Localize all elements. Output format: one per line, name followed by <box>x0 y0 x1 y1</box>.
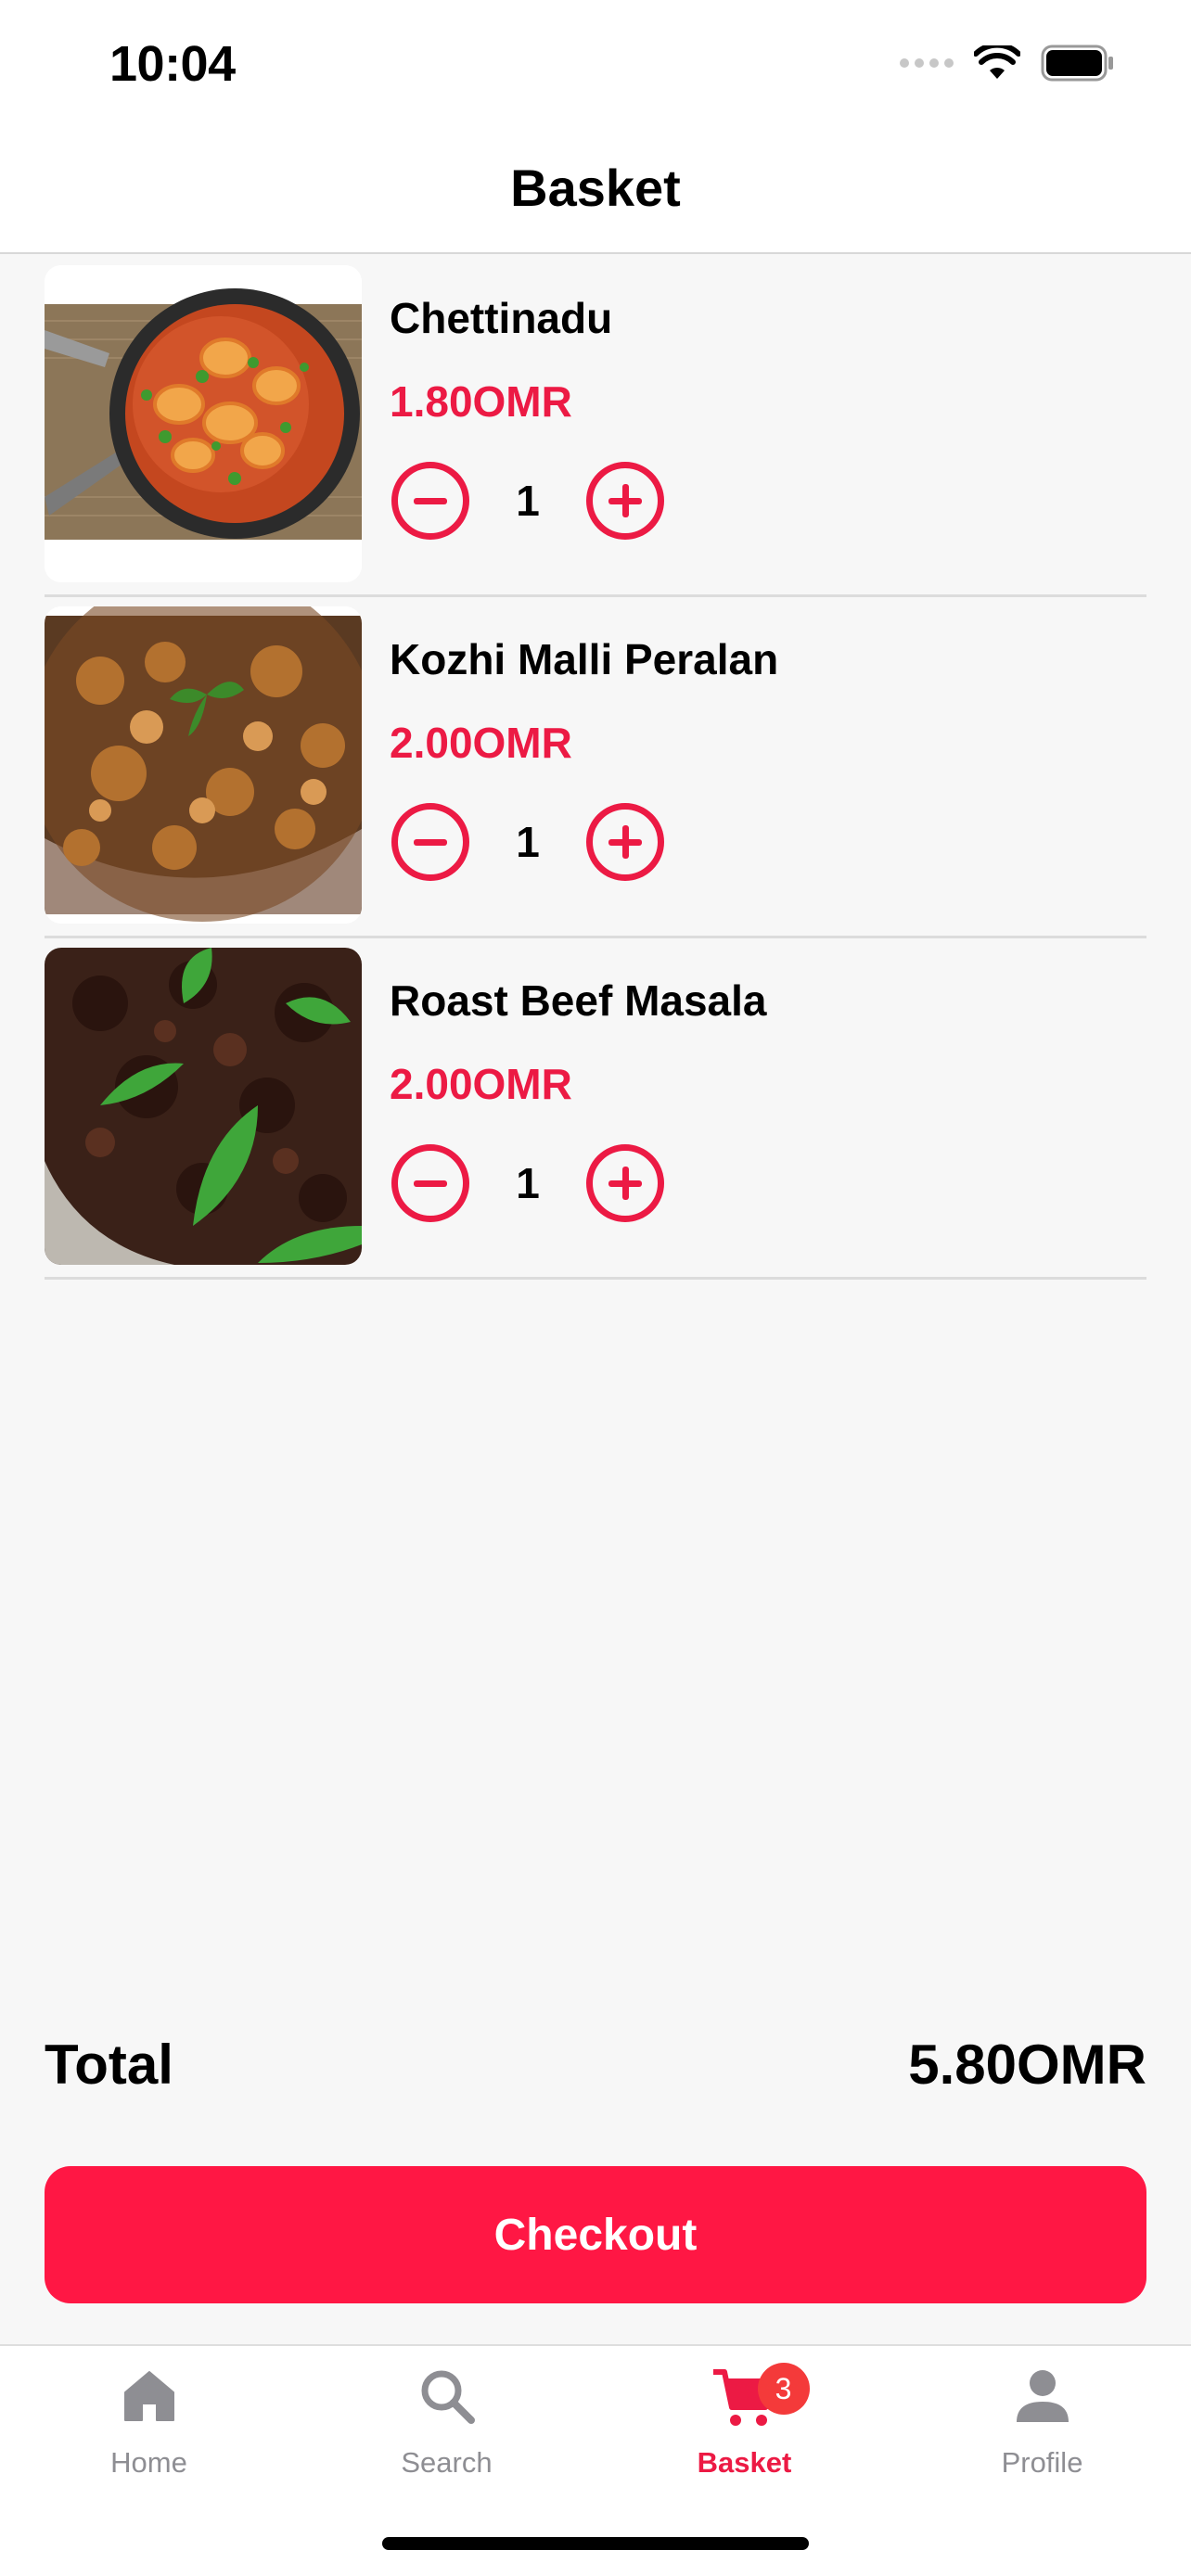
tab-label: Search <box>401 2446 493 2479</box>
tab-label: Profile <box>1001 2446 1083 2479</box>
tab-label: Basket <box>697 2446 792 2479</box>
item-price: 2.00OMR <box>390 1060 572 1108</box>
status-bar: 10:04 <box>0 0 1191 130</box>
quantity-stepper: 1 <box>391 1144 664 1222</box>
wifi-icon <box>974 45 1020 79</box>
item-name: Chettinadu <box>390 294 613 342</box>
search-icon <box>417 2366 477 2442</box>
status-time: 10:04 <box>109 36 236 92</box>
page-title: Basket <box>510 159 681 217</box>
tab-profile[interactable]: Profile <box>893 2346 1191 2504</box>
increase-quantity-button[interactable] <box>586 1144 664 1222</box>
home-indicator <box>382 2537 809 2550</box>
item-price: 2.00OMR <box>390 719 572 767</box>
item-price: 1.80OMR <box>390 377 572 426</box>
checkout-button[interactable]: Checkout <box>45 2166 1146 2303</box>
quantity-value: 1 <box>516 818 540 866</box>
tab-home[interactable]: Home <box>0 2346 298 2504</box>
decrease-quantity-button[interactable] <box>391 1144 469 1222</box>
increase-quantity-button[interactable] <box>586 803 664 881</box>
home-icon <box>120 2366 179 2442</box>
person-icon <box>1013 2366 1072 2442</box>
basket-item: Kozhi Malli Peralan 2.00OMR 1 <box>45 597 1146 938</box>
item-name: Kozhi Malli Peralan <box>390 635 779 683</box>
total-value: 5.80OMR <box>908 2034 1146 2096</box>
decrease-quantity-button[interactable] <box>391 803 469 881</box>
nav-header: Basket <box>0 130 1191 254</box>
quantity-stepper: 1 <box>391 462 664 540</box>
tab-label: Home <box>110 2446 187 2479</box>
total-row: Total 5.80OMR <box>45 2033 1146 2097</box>
decrease-quantity-button[interactable] <box>391 462 469 540</box>
basket-list: Chettinadu 1.80OMR 1 Kozhi Malli Peralan… <box>45 256 1146 1280</box>
quantity-stepper: 1 <box>391 803 664 881</box>
basket-item: Roast Beef Masala 2.00OMR 1 <box>45 938 1146 1280</box>
item-image-prawn-curry <box>45 265 362 582</box>
tab-basket[interactable]: 3 Basket <box>596 2346 893 2504</box>
signal-icon <box>900 58 954 68</box>
increase-quantity-button[interactable] <box>586 462 664 540</box>
battery-icon <box>1041 45 1113 82</box>
item-image-beef-roast <box>45 948 362 1265</box>
tab-search[interactable]: Search <box>298 2346 596 2504</box>
quantity-value: 1 <box>516 1159 540 1207</box>
status-icons <box>900 45 1115 82</box>
cart-icon: 3 <box>711 2363 810 2442</box>
basket-item: Chettinadu 1.80OMR 1 <box>45 256 1146 597</box>
item-image-chicken-curry <box>45 606 362 924</box>
quantity-value: 1 <box>516 477 540 525</box>
item-name: Roast Beef Masala <box>390 976 767 1025</box>
cart-badge: 3 <box>757 2363 810 2415</box>
total-label: Total <box>45 2034 173 2096</box>
